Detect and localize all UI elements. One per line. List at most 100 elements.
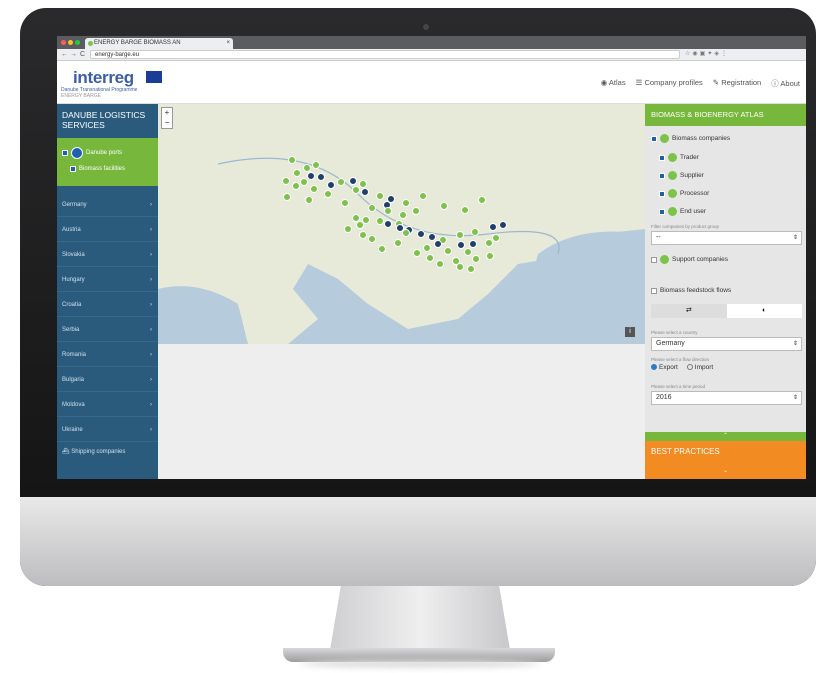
facility-marker[interactable] bbox=[443, 246, 452, 255]
facility-marker[interactable] bbox=[358, 231, 367, 240]
sidebar-item-country[interactable]: Ukraine › bbox=[57, 419, 158, 442]
sidebar-item-country[interactable]: Bulgaria › bbox=[57, 369, 158, 392]
company-type-icon bbox=[668, 171, 677, 180]
facility-marker[interactable] bbox=[455, 262, 464, 271]
company-type-toggle[interactable]: Processor bbox=[659, 189, 709, 198]
sidebar-item-country[interactable]: Hungary › bbox=[57, 269, 158, 292]
flow-lines-button[interactable]: ⇄ bbox=[651, 304, 727, 318]
port-marker[interactable] bbox=[488, 222, 497, 231]
biomass-companies-toggle[interactable]: Biomass companies bbox=[651, 134, 730, 143]
company-type-checkbox[interactable] bbox=[659, 154, 665, 161]
menu-icon[interactable]: ⋮ bbox=[721, 51, 729, 57]
facility-marker[interactable] bbox=[423, 244, 432, 252]
sidebar-item-country[interactable]: Croatia › bbox=[57, 294, 158, 317]
port-marker[interactable] bbox=[326, 180, 335, 189]
maximize-window-button[interactable] bbox=[75, 40, 80, 45]
sidebar-item-country[interactable]: Austria › bbox=[57, 219, 158, 242]
time-period-select[interactable]: 2016 ⇕ bbox=[651, 391, 802, 405]
facility-marker[interactable] bbox=[343, 225, 352, 234]
layer-label: Biomass facilities bbox=[79, 166, 126, 172]
country-label: Bulgaria bbox=[62, 377, 85, 383]
url-input[interactable]: energy-barge.eu bbox=[90, 50, 680, 59]
sidebar-item-country[interactable]: Romania › bbox=[57, 344, 158, 367]
facility-marker[interactable] bbox=[425, 254, 434, 263]
facility-marker[interactable] bbox=[486, 251, 495, 260]
sidebar-item-country[interactable]: Moldova › bbox=[57, 394, 158, 417]
nav-company-profiles[interactable]: ☰ Company profiles bbox=[636, 78, 703, 89]
feedstock-flows-toggle[interactable]: Biomass feedstock flows bbox=[651, 287, 731, 294]
map-info-button[interactable]: i bbox=[625, 327, 635, 337]
facility-marker[interactable] bbox=[402, 198, 411, 207]
extension-icon[interactable]: ◈ bbox=[714, 51, 721, 57]
facility-marker[interactable] bbox=[477, 196, 486, 204]
port-marker[interactable] bbox=[498, 221, 507, 230]
facility-marker[interactable] bbox=[281, 177, 290, 186]
country-label: Slovakia bbox=[62, 252, 85, 258]
browser-extensions[interactable]: ☆◉▣✦◈⋮ bbox=[685, 50, 729, 59]
sidebar-item-country[interactable]: Slovakia › bbox=[57, 244, 158, 267]
danube-ports-checkbox[interactable] bbox=[62, 150, 68, 156]
facility-marker[interactable] bbox=[336, 178, 345, 187]
company-type-checkbox[interactable] bbox=[659, 208, 665, 215]
reload-button[interactable]: C bbox=[80, 50, 85, 59]
facility-marker[interactable] bbox=[287, 155, 296, 164]
close-window-button[interactable] bbox=[61, 40, 66, 45]
company-type-icon bbox=[668, 207, 677, 216]
nav-registration[interactable]: ✎ Registration bbox=[713, 78, 761, 89]
company-type-toggle[interactable]: End user bbox=[659, 207, 706, 216]
facility-marker[interactable] bbox=[368, 203, 377, 212]
minimize-window-button[interactable] bbox=[68, 40, 73, 45]
biomass-facilities-checkbox[interactable] bbox=[70, 166, 76, 172]
facility-marker[interactable] bbox=[393, 238, 402, 247]
layer-biomass-facilities[interactable]: Biomass facilities bbox=[70, 166, 125, 172]
port-marker[interactable] bbox=[427, 232, 436, 241]
ship-icon: ⛴ bbox=[62, 449, 70, 455]
company-type-checkbox[interactable] bbox=[659, 190, 665, 197]
chevron-right-icon: › bbox=[150, 252, 152, 258]
import-radio-icon bbox=[686, 364, 693, 371]
atlas-title: BIOMASS & BIOENERGY ATLAS bbox=[645, 104, 806, 126]
company-type-toggle[interactable]: Trader bbox=[659, 153, 699, 162]
facility-marker[interactable] bbox=[358, 179, 367, 188]
extension-icon[interactable]: ◉ bbox=[692, 51, 699, 57]
zoom-out-button[interactable]: − bbox=[162, 118, 172, 128]
country-select[interactable]: Germany ⇕ bbox=[651, 337, 802, 351]
nav-about[interactable]: ⓘ About bbox=[771, 78, 800, 89]
facility-marker[interactable] bbox=[375, 192, 384, 201]
expand-best-practices-icon[interactable]: ⌄ bbox=[645, 467, 806, 474]
facility-marker[interactable] bbox=[309, 184, 318, 193]
tab-close-icon[interactable]: × bbox=[226, 38, 230, 49]
nav-atlas[interactable]: ◉ Atlas bbox=[601, 78, 626, 89]
interreg-logo[interactable]: interreg Danube Transnational Programme … bbox=[61, 68, 167, 100]
zoom-control[interactable]: + − bbox=[161, 107, 173, 129]
biomass-companies-checkbox[interactable] bbox=[651, 135, 657, 142]
import-radio[interactable]: Import bbox=[686, 364, 713, 371]
browser-tab[interactable]: ENERGY BARGE BIOMASS AN × bbox=[85, 38, 233, 49]
facility-marker[interactable] bbox=[312, 160, 321, 169]
shipping-companies-link[interactable]: ⛴ Shipping companies bbox=[62, 448, 125, 455]
forward-button[interactable]: → bbox=[70, 50, 77, 59]
company-type-checkbox[interactable] bbox=[659, 172, 665, 179]
product-group-select[interactable]: -- ⇕ bbox=[651, 231, 802, 245]
facility-marker[interactable] bbox=[460, 206, 469, 215]
facility-marker[interactable] bbox=[398, 211, 407, 220]
support-companies-toggle[interactable]: Support companies bbox=[651, 255, 728, 264]
feedstock-flows-checkbox[interactable] bbox=[651, 287, 657, 294]
support-companies-checkbox[interactable] bbox=[651, 256, 657, 263]
port-marker[interactable] bbox=[348, 177, 357, 186]
list-icon: ☰ bbox=[635, 78, 643, 87]
zoom-in-button[interactable]: + bbox=[162, 108, 172, 118]
facility-marker[interactable] bbox=[470, 227, 479, 236]
collapse-atlas-button[interactable]: ⌃ bbox=[645, 432, 806, 441]
flow-chart-button[interactable]: ◐ bbox=[726, 304, 802, 318]
best-practices-panel[interactable]: BEST PRACTICES ⌄ bbox=[645, 441, 806, 479]
facility-marker[interactable] bbox=[304, 196, 313, 204]
back-button[interactable]: ← bbox=[61, 50, 68, 59]
map-view[interactable]: + − i bbox=[158, 104, 645, 344]
sidebar-item-country[interactable]: Germany › bbox=[57, 194, 158, 217]
company-type-toggle[interactable]: Supplier bbox=[659, 171, 704, 180]
layer-danube-ports[interactable]: Danube ports bbox=[62, 147, 122, 159]
facility-marker[interactable] bbox=[291, 182, 300, 191]
export-radio[interactable]: Export bbox=[651, 364, 678, 371]
sidebar-item-country[interactable]: Serbia › bbox=[57, 319, 158, 342]
